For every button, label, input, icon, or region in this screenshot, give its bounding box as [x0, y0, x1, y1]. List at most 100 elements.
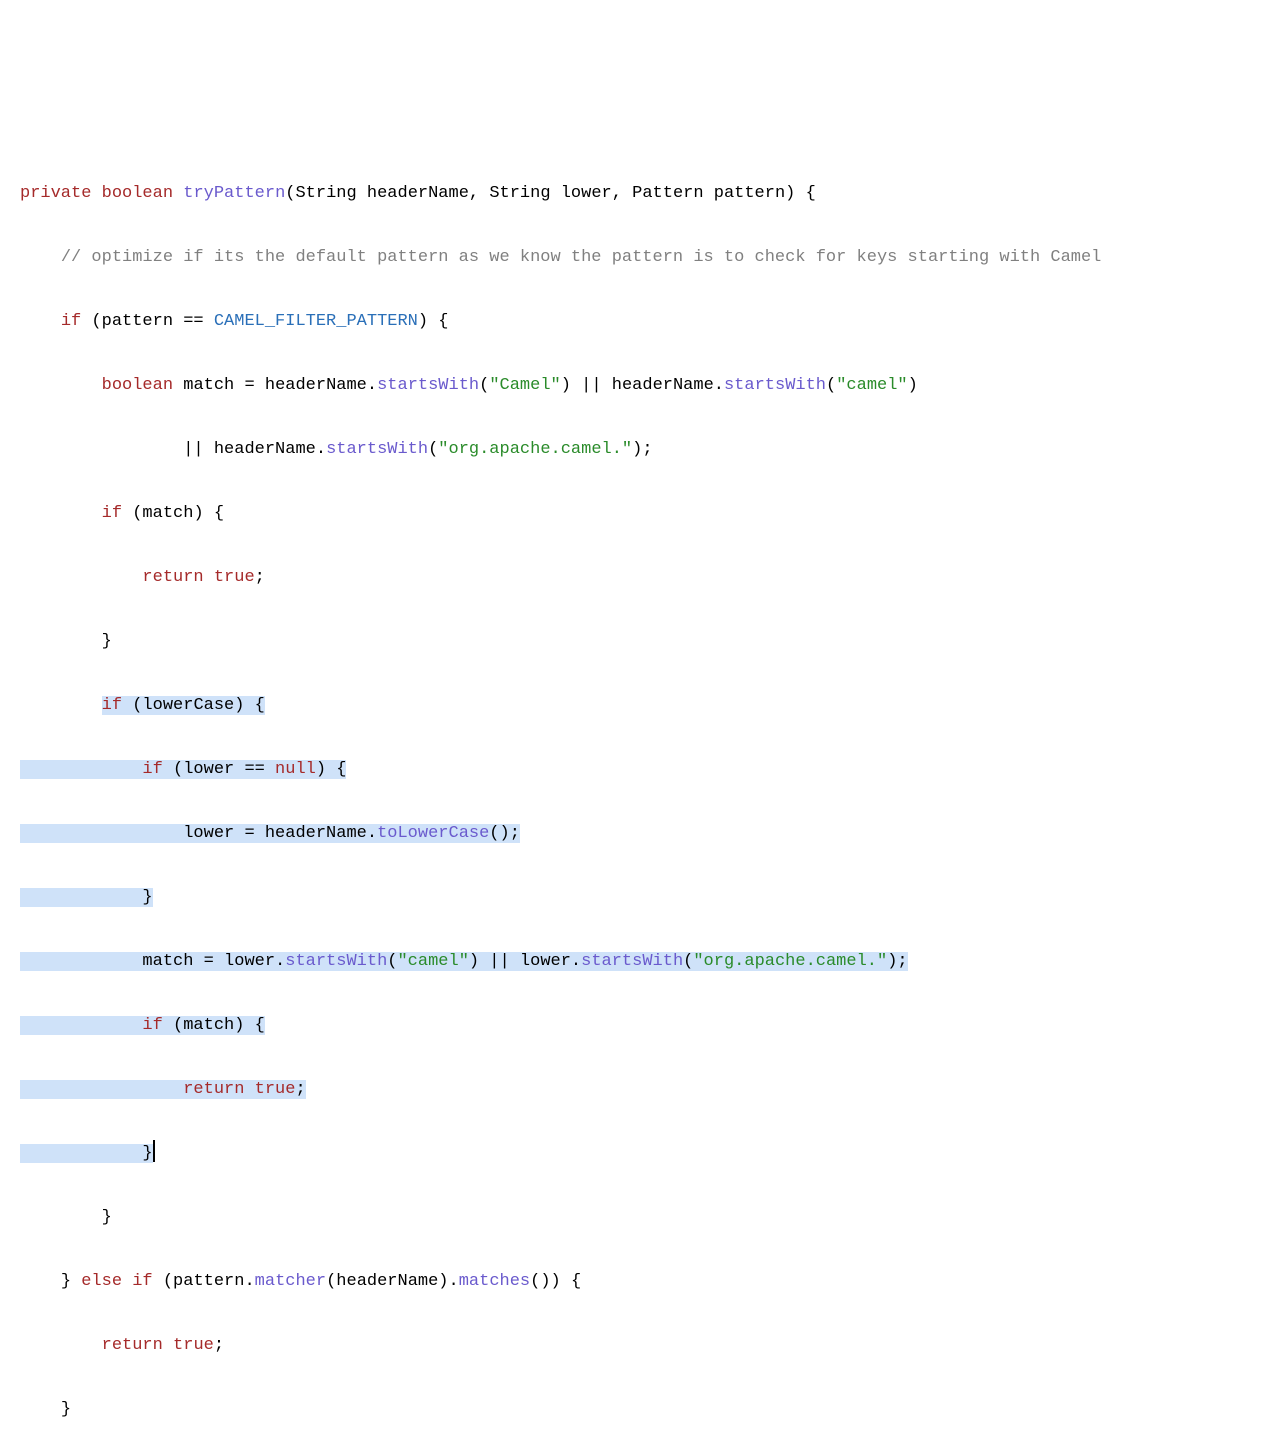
- code-text: match = headerName.: [173, 376, 377, 395]
- method-call: startsWith: [581, 952, 683, 971]
- code-text: ): [908, 376, 918, 395]
- code-text: ;: [295, 1080, 305, 1099]
- code-text: );: [887, 952, 907, 971]
- method-call: startsWith: [285, 952, 387, 971]
- string-literal: "camel": [397, 952, 468, 971]
- literal-true: true: [214, 568, 255, 587]
- method-call: startsWith: [326, 440, 428, 459]
- keyword-return: return: [102, 1336, 163, 1355]
- keyword-private: private: [20, 184, 91, 203]
- code-line: || headerName.startsWith("org.apache.cam…: [20, 434, 1242, 466]
- constant: CAMEL_FILTER_PATTERN: [214, 312, 418, 331]
- code-text: (: [428, 440, 438, 459]
- code-line: if (lower == null) {: [20, 754, 1242, 786]
- brace: }: [102, 1208, 112, 1227]
- selection: if (lower == null) {: [20, 760, 346, 779]
- code-text: ();: [489, 824, 520, 843]
- code-line: return true;: [20, 1074, 1242, 1106]
- code-text: (lower ==: [163, 760, 275, 779]
- code-line: match = lower.startsWith("camel") || low…: [20, 946, 1242, 978]
- keyword-boolean: boolean: [102, 184, 173, 203]
- code-text: (match) {: [163, 1016, 265, 1035]
- code-text: (String headerName, String lower, Patter…: [285, 184, 816, 203]
- code-text: [122, 1272, 132, 1291]
- keyword-return: return: [142, 568, 203, 587]
- code-text: ) || lower.: [469, 952, 581, 971]
- code-line: if (match) {: [20, 1010, 1242, 1042]
- selection: if (match) {: [20, 1016, 265, 1035]
- code-line: }: [20, 1202, 1242, 1234]
- code-text: ;: [255, 568, 265, 587]
- code-line: private boolean tryPattern(String header…: [20, 178, 1242, 210]
- code-line: if (match) {: [20, 498, 1242, 530]
- code-text: [244, 1080, 254, 1099]
- code-text: ) {: [316, 760, 347, 779]
- string-literal: "Camel": [489, 376, 560, 395]
- code-text: (: [479, 376, 489, 395]
- brace: }: [142, 1144, 152, 1163]
- code-text: }: [61, 1272, 81, 1291]
- method-call: matches: [459, 1272, 530, 1291]
- keyword-else: else: [81, 1272, 122, 1291]
- code-line: }: [20, 626, 1242, 658]
- keyword-if: if: [132, 1272, 152, 1291]
- selection: return true;: [20, 1080, 306, 1099]
- code-line: }: [20, 882, 1242, 914]
- code-text: (: [387, 952, 397, 971]
- string-literal: "camel": [836, 376, 907, 395]
- code-text: (: [683, 952, 693, 971]
- keyword-if: if: [102, 504, 122, 523]
- method-call: toLowerCase: [377, 824, 489, 843]
- code-line: // optimize if its the default pattern a…: [20, 242, 1242, 274]
- keyword-if: if: [142, 760, 162, 779]
- code-text: (headerName).: [326, 1272, 459, 1291]
- code-text: ) || headerName.: [561, 376, 724, 395]
- code-line: if (lowerCase) {: [20, 690, 1242, 722]
- method-call: matcher: [255, 1272, 326, 1291]
- literal-true: true: [255, 1080, 296, 1099]
- code-line: }: [20, 1394, 1242, 1426]
- code-text: ;: [214, 1336, 224, 1355]
- code-text: (: [826, 376, 836, 395]
- selection: }: [20, 1144, 153, 1163]
- code-text: (match) {: [122, 504, 224, 523]
- string-literal: "org.apache.camel.": [438, 440, 632, 459]
- code-line: lower = headerName.toLowerCase();: [20, 818, 1242, 850]
- code-line: }: [20, 1138, 1242, 1170]
- selection: lower = headerName.toLowerCase();: [20, 824, 520, 843]
- keyword-return: return: [183, 1080, 244, 1099]
- code-line: return true;: [20, 1330, 1242, 1362]
- keyword-null: null: [275, 760, 316, 779]
- method-call: startsWith: [377, 376, 479, 395]
- code-text: lower = headerName.: [183, 824, 377, 843]
- brace: }: [142, 888, 152, 907]
- code-line: } else if (pattern.matcher(headerName).m…: [20, 1266, 1242, 1298]
- keyword-if: if: [102, 696, 122, 715]
- selection: }: [20, 888, 153, 907]
- code-text: [204, 568, 214, 587]
- code-text: );: [632, 440, 652, 459]
- text-cursor: [153, 1140, 155, 1162]
- code-text: (pattern.: [153, 1272, 255, 1291]
- brace: }: [61, 1400, 71, 1419]
- code-text: (lowerCase) {: [122, 696, 265, 715]
- code-text: ()) {: [530, 1272, 581, 1291]
- keyword-if: if: [142, 1016, 162, 1035]
- selection: match = lower.startsWith("camel") || low…: [20, 952, 908, 971]
- code-line: return true;: [20, 562, 1242, 594]
- code-text: ) {: [418, 312, 449, 331]
- comment: // optimize if its the default pattern a…: [61, 248, 1102, 267]
- function-name: tryPattern: [183, 184, 285, 203]
- code-text: || headerName.: [183, 440, 326, 459]
- literal-true: true: [173, 1336, 214, 1355]
- code-editor[interactable]: private boolean tryPattern(String header…: [20, 146, 1242, 1444]
- string-literal: "org.apache.camel.": [693, 952, 887, 971]
- keyword-if: if: [61, 312, 81, 331]
- code-text: (pattern ==: [81, 312, 214, 331]
- brace: }: [102, 632, 112, 651]
- code-line: if (pattern == CAMEL_FILTER_PATTERN) {: [20, 306, 1242, 338]
- selection: if (lowerCase) {: [102, 696, 265, 715]
- code-line: boolean match = headerName.startsWith("C…: [20, 370, 1242, 402]
- code-text: [163, 1336, 173, 1355]
- keyword-boolean: boolean: [102, 376, 173, 395]
